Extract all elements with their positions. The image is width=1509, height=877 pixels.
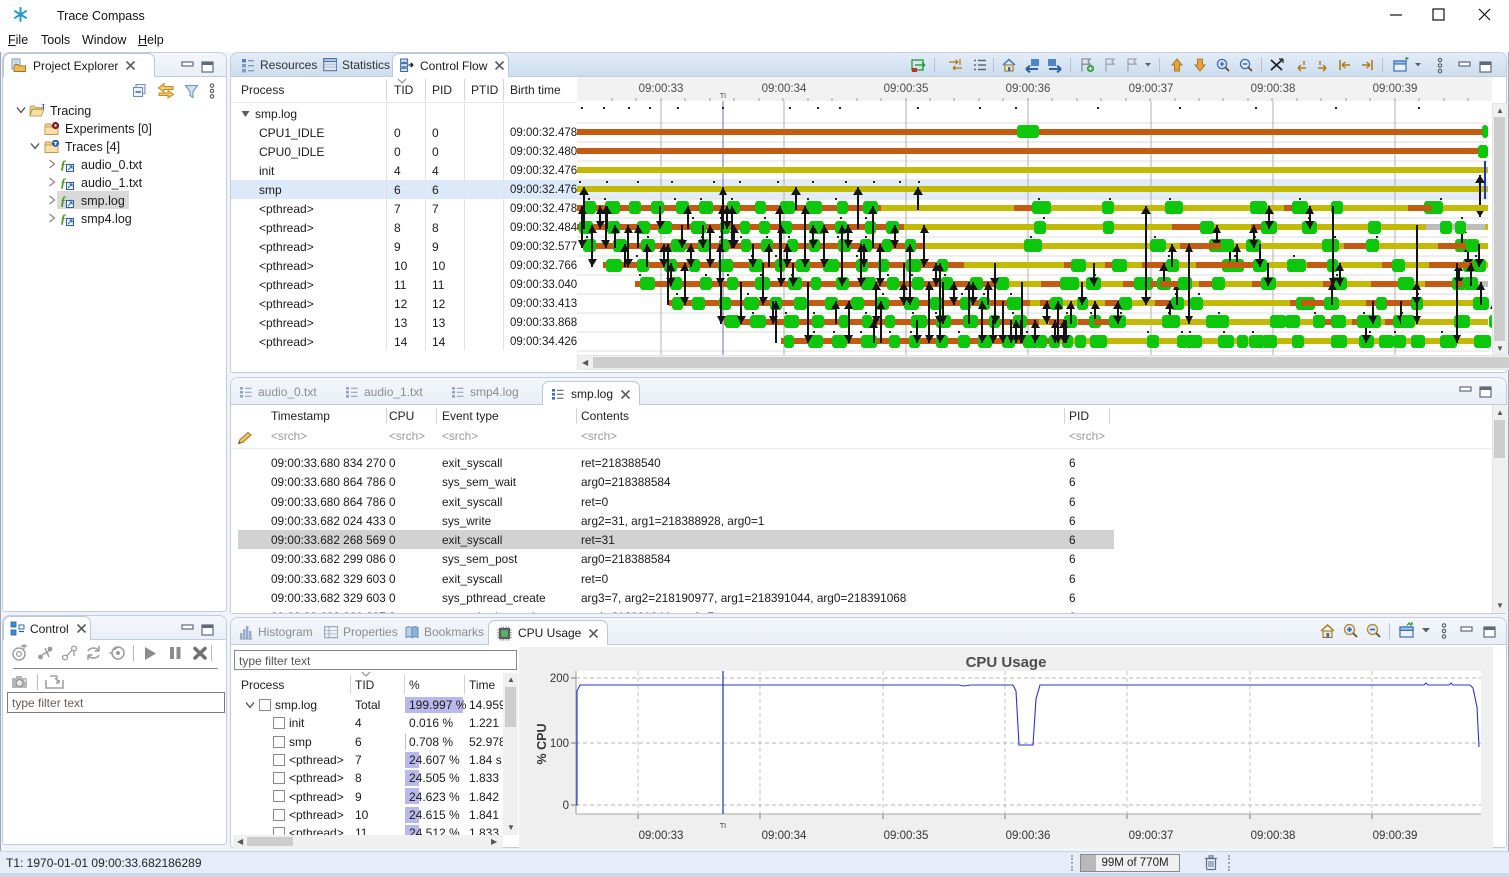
- svg-text:0: 0: [563, 800, 569, 812]
- svg-text:09:00:37: 09:00:37: [1129, 83, 1174, 95]
- svg-text:09:00:39: 09:00:39: [1373, 830, 1418, 842]
- svg-text:% CPU: % CPU: [535, 724, 549, 765]
- svg-text:ƒ: ƒ: [60, 176, 67, 190]
- svg-text:ƒ: ƒ: [60, 194, 67, 208]
- svg-text:09:00:33: 09:00:33: [639, 83, 684, 95]
- svg-text:09:00:38: 09:00:38: [1251, 830, 1296, 842]
- svg-text:T: T: [41, 104, 45, 112]
- svg-text:TI: TI: [720, 823, 726, 830]
- svg-text:200: 200: [550, 673, 569, 685]
- svg-text:09:00:33: 09:00:33: [639, 830, 684, 842]
- svg-text:100: 100: [550, 738, 569, 750]
- svg-text:09:00:34: 09:00:34: [762, 83, 807, 95]
- svg-text:09:00:35: 09:00:35: [884, 830, 929, 842]
- svg-text:CPU Usage: CPU Usage: [966, 654, 1047, 671]
- svg-text:09:00:38: 09:00:38: [1251, 83, 1296, 95]
- svg-text:TI: TI: [720, 93, 726, 100]
- svg-text:09:00:36: 09:00:36: [1006, 830, 1051, 842]
- svg-text:ƒ: ƒ: [60, 212, 67, 226]
- svg-text:09:00:37: 09:00:37: [1129, 830, 1174, 842]
- svg-text:09:00:34: 09:00:34: [762, 830, 807, 842]
- svg-text:09:00:39: 09:00:39: [1373, 83, 1418, 95]
- svg-text:09:00:35: 09:00:35: [884, 83, 929, 95]
- svg-text:ƒ: ƒ: [60, 158, 67, 172]
- svg-text:09:00:36: 09:00:36: [1006, 83, 1051, 95]
